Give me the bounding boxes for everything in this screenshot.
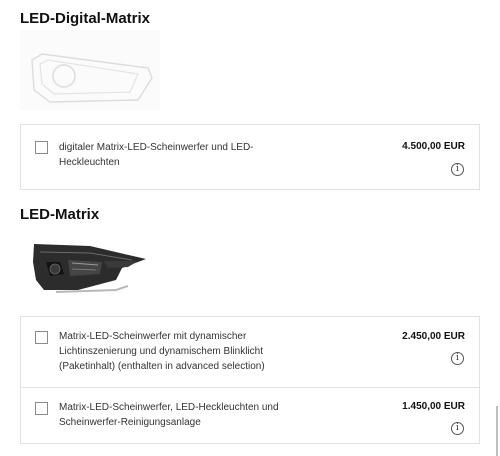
info-icon[interactable]: i bbox=[451, 352, 464, 365]
options-box-led-digital-matrix: digitaler Matrix-LED-Scheinwerfer und LE… bbox=[20, 124, 480, 190]
info-icon[interactable]: i bbox=[451, 422, 464, 435]
scrollbar[interactable] bbox=[496, 406, 498, 456]
option-label: Matrix-LED-Scheinwerfer, LED-Heckleuchte… bbox=[59, 402, 279, 428]
section-title-led-matrix: LED-Matrix bbox=[20, 206, 100, 223]
option-row[interactable]: Matrix-LED-Scheinwerfer mit dynamischer … bbox=[21, 317, 479, 387]
option-checkbox[interactable] bbox=[35, 141, 48, 154]
option-price: 4.500,00 EUR bbox=[402, 141, 465, 152]
option-price: 2.450,00 EUR bbox=[402, 331, 465, 342]
led-matrix-image bbox=[20, 232, 160, 302]
section-title-led-digital-matrix: LED-Digital-Matrix bbox=[20, 10, 151, 27]
info-icon[interactable]: i bbox=[451, 163, 464, 176]
options-box-led-matrix: Matrix-LED-Scheinwerfer mit dynamischer … bbox=[20, 316, 480, 444]
option-label: digitaler Matrix-LED-Scheinwerfer und LE… bbox=[59, 142, 254, 168]
led-digital-matrix-image bbox=[20, 30, 160, 110]
option-price: 1.450,00 EUR bbox=[402, 401, 465, 412]
option-row[interactable]: Matrix-LED-Scheinwerfer, LED-Heckleuchte… bbox=[21, 387, 479, 444]
option-checkbox[interactable] bbox=[35, 331, 48, 344]
option-row[interactable]: digitaler Matrix-LED-Scheinwerfer und LE… bbox=[21, 125, 479, 189]
option-checkbox[interactable] bbox=[35, 402, 48, 415]
headlight-outline-icon bbox=[20, 30, 160, 110]
headlight-photo-icon bbox=[33, 244, 146, 293]
option-label: Matrix-LED-Scheinwerfer mit dynamischer … bbox=[59, 331, 265, 372]
